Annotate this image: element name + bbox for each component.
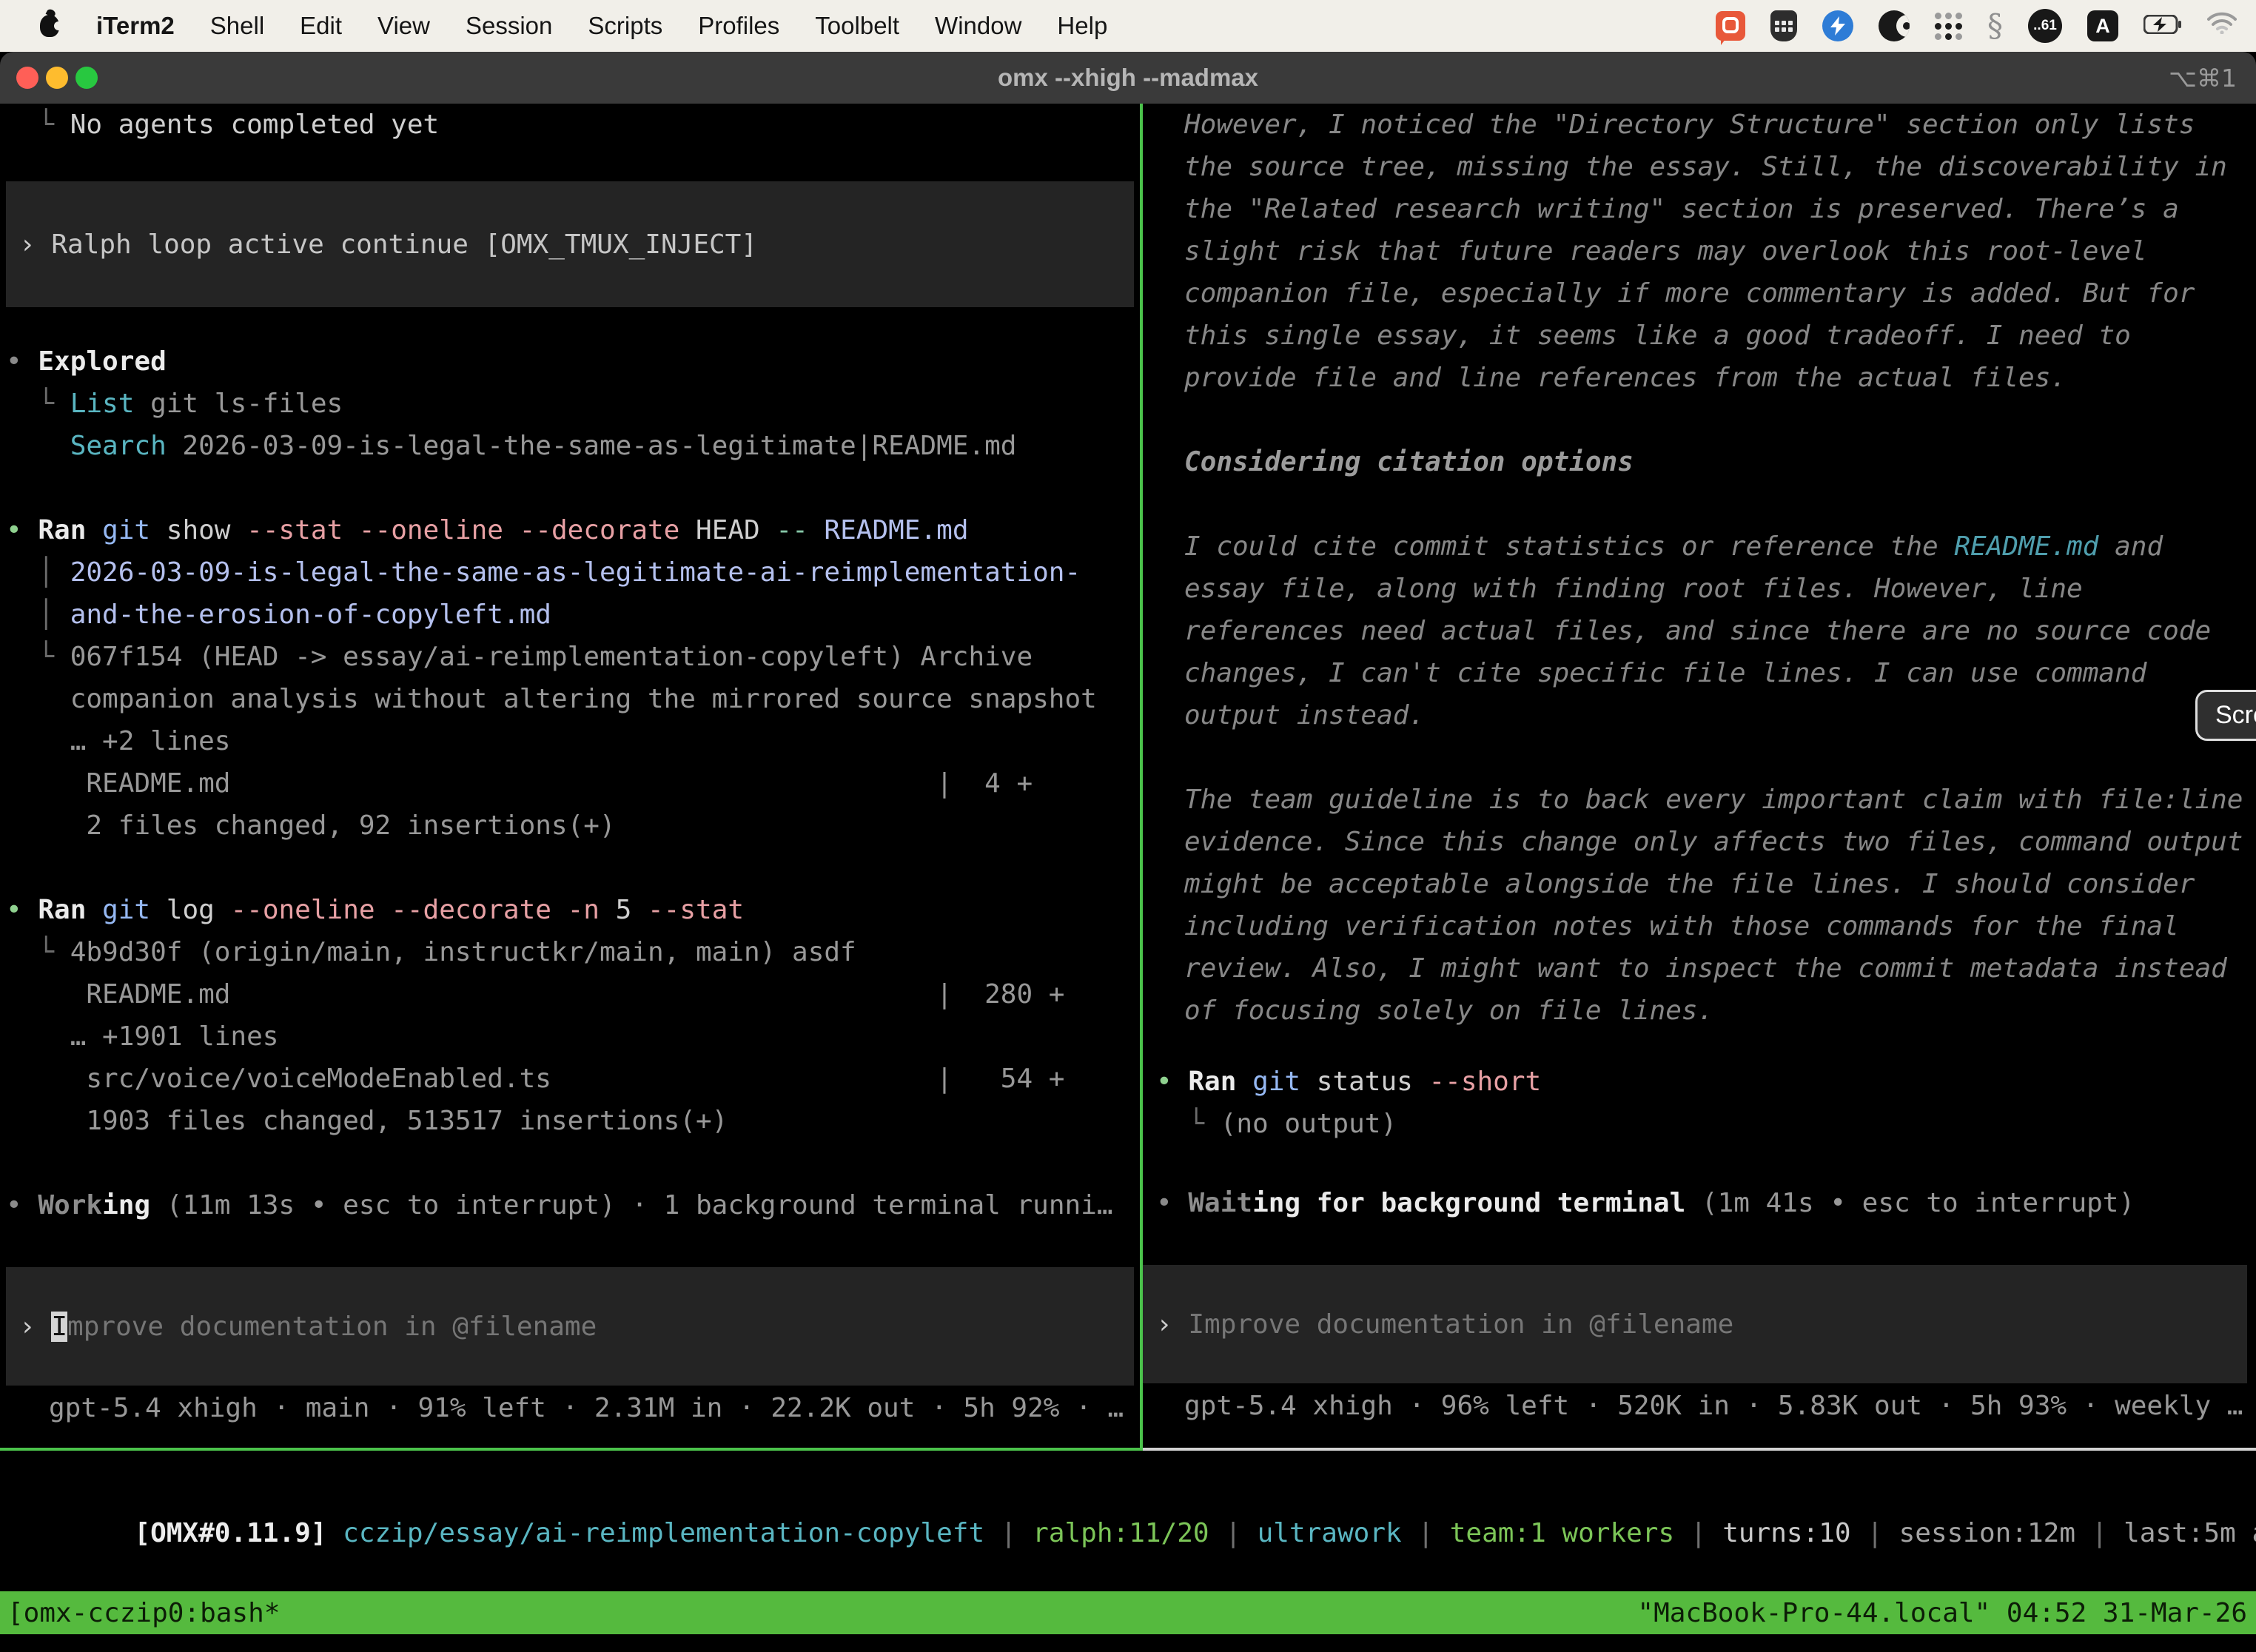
thinking-text: of focusing solely on file lines. bbox=[1143, 990, 2253, 1032]
search-line: Search 2026-03-09-is-legal-the-same-as-l… bbox=[6, 425, 1140, 467]
right-pane[interactable]: However, I noticed the "Directory Struct… bbox=[1143, 104, 2253, 1448]
menu-item-session[interactable]: Session bbox=[466, 12, 552, 40]
thinking-text: might be acceptable alongside the file l… bbox=[1143, 863, 2253, 905]
thinking-text: the "Related research writing" section i… bbox=[1143, 188, 2253, 230]
show-file-line: │ and-the-erosion-of-copyleft.md bbox=[6, 594, 1140, 636]
diffstat-line: README.md | 280 + bbox=[6, 973, 1140, 1015]
ralph-counter: ralph:11/20 bbox=[1033, 1518, 1209, 1548]
thinking-text: changes, I can't cite specific file line… bbox=[1143, 652, 2253, 694]
list-line: └ List git ls-files bbox=[6, 383, 1140, 425]
thinking-text: slight risk that future readers may over… bbox=[1143, 230, 2253, 272]
diffstat-line: src/voice/voiceModeEnabled.ts | 54 + bbox=[6, 1058, 1140, 1100]
active-pane-border bbox=[0, 1448, 1143, 1451]
chat-bubble-icon[interactable] bbox=[1716, 11, 1745, 41]
battery-icon[interactable] bbox=[2143, 12, 2182, 40]
shield-grid-icon[interactable] bbox=[1770, 10, 1797, 41]
thinking-text: references need actual files, and since … bbox=[1143, 610, 2253, 652]
prompt-input[interactable]: › Improve documentation in @filename bbox=[1143, 1265, 2247, 1383]
commit-wrap-line: companion analysis without altering the … bbox=[6, 678, 1140, 720]
thinking-text: provide file and line references from th… bbox=[1143, 357, 2253, 399]
thinking-text: review. Also, I might want to inspect th… bbox=[1143, 947, 2253, 990]
show-file-line: │ 2026-03-09-is-legal-the-same-as-legiti… bbox=[6, 551, 1140, 594]
menu-item-toolbelt[interactable]: Toolbelt bbox=[815, 12, 899, 40]
thinking-text: However, I noticed the "Directory Struct… bbox=[1143, 104, 2253, 146]
prompt-input[interactable]: › Improve documentation in @filename bbox=[6, 1267, 1134, 1386]
thinking-heading: Considering citation options bbox=[1143, 441, 2253, 483]
pac-circle-icon[interactable] bbox=[1879, 10, 1910, 41]
commit-line: └ 4b9d30f (origin/main, instructkr/main,… bbox=[6, 931, 1140, 973]
left-pane[interactable]: └ No agents completed yet › Ralph loop a… bbox=[0, 104, 1140, 1448]
inject-status-box: › Ralph loop active continue [OMX_TMUX_I… bbox=[6, 181, 1134, 307]
terminal-window: omx --xhigh --madmax ⌥⌘1 └ No agents com… bbox=[0, 52, 2256, 1652]
menu-item-view[interactable]: View bbox=[377, 12, 430, 40]
dots-grid-icon[interactable] bbox=[1935, 13, 1962, 40]
team-workers: team:1 workers bbox=[1450, 1518, 1674, 1548]
tmux-session-name[interactable]: [omx-cczip0:bash* bbox=[7, 1598, 280, 1628]
tmux-status-bar: [omx-cczip0:bash* "MacBook-Pro-44.local"… bbox=[0, 1591, 2256, 1634]
menu-item-shell[interactable]: Shell bbox=[210, 12, 264, 40]
input-source-icon[interactable]: A bbox=[2087, 10, 2118, 41]
menu-item-scripts[interactable]: Scripts bbox=[588, 12, 662, 40]
tmux-host-clock: "MacBook-Pro-44.local" 04:52 31-Mar-26 bbox=[1637, 1598, 2247, 1628]
menu-item-profiles[interactable]: Profiles bbox=[698, 12, 779, 40]
thinking-text: the source tree, missing the essay. Stil… bbox=[1143, 146, 2253, 188]
git-status-command: • Ran git status --short bbox=[1143, 1061, 2253, 1103]
apple-menu-icon[interactable] bbox=[40, 15, 59, 37]
wifi-icon[interactable] bbox=[2207, 12, 2237, 40]
terminal-content: └ No agents completed yet › Ralph loop a… bbox=[0, 104, 2256, 1448]
more-lines-line: … +2 lines bbox=[6, 720, 1140, 762]
thinking-text: this single essay, it seems like a good … bbox=[1143, 315, 2253, 357]
explored-line: • Explored bbox=[6, 340, 1140, 383]
thinking-text: I could cite commit statistics or refere… bbox=[1143, 526, 2253, 568]
thinking-text: including verification notes with those … bbox=[1143, 905, 2253, 947]
menubar-status-icons: § ..61 A bbox=[1716, 9, 2237, 43]
omx-status-bar: [OMX#0.11.9] cczip/essay/ai-reimplementa… bbox=[0, 1451, 2256, 1591]
menu-bar: iTerm2 Shell Edit View Session Scripts P… bbox=[0, 0, 2256, 52]
screen: iTerm2 Shell Edit View Session Scripts P… bbox=[0, 0, 2256, 1652]
menu-item-window[interactable]: Window bbox=[935, 12, 1021, 40]
menu-item-help[interactable]: Help bbox=[1057, 12, 1107, 40]
commit-line: └ 067f154 (HEAD -> essay/ai-reimplementa… bbox=[6, 636, 1140, 678]
agents-line: └ No agents completed yet bbox=[6, 104, 1140, 146]
files-changed-line: 1903 files changed, 513517 insertions(+) bbox=[6, 1100, 1140, 1142]
model-status-line: gpt-5.4 xhigh · main · 91% left · 2.31M … bbox=[6, 1387, 1140, 1429]
squiggle-icon[interactable]: § bbox=[1987, 10, 2003, 41]
badge-61-icon[interactable]: ..61 bbox=[2028, 9, 2062, 43]
inactive-pane-border bbox=[1143, 1448, 2256, 1451]
thinking-text: output instead. bbox=[1143, 694, 2253, 736]
text-cursor: I bbox=[51, 1312, 67, 1342]
git-show-command: • Ran git show --stat --oneline --decora… bbox=[6, 509, 1140, 551]
window-shortcut: ⌥⌘1 bbox=[2169, 64, 2237, 93]
more-lines-line: … +1901 lines bbox=[6, 1015, 1140, 1058]
window-title: omx --xhigh --madmax bbox=[0, 64, 2256, 92]
menu-item-edit[interactable]: Edit bbox=[300, 12, 342, 40]
pane-bottom-border bbox=[0, 1448, 2256, 1451]
omx-branch-path: cczip/essay/ai-reimplementation-copyleft bbox=[326, 1518, 984, 1548]
files-changed-line: 2 files changed, 92 insertions(+) bbox=[6, 805, 1140, 847]
diffstat-line: README.md | 4 + bbox=[6, 762, 1140, 805]
title-bar: omx --xhigh --madmax ⌥⌘1 bbox=[0, 52, 2256, 104]
model-status-line: gpt-5.4 xhigh · 96% left · 520K in · 5.8… bbox=[1143, 1385, 2253, 1427]
session-duration: session:12m bbox=[1899, 1518, 2075, 1548]
screen-tooltip: Scre bbox=[2195, 690, 2256, 741]
working-status-line: • Working (11m 13s • esc to interrupt) ·… bbox=[6, 1184, 1140, 1226]
no-output-line: └ (no output) bbox=[1143, 1103, 2253, 1145]
thinking-text: essay file, along with finding root file… bbox=[1143, 568, 2253, 610]
turns-counter: turns:10 bbox=[1722, 1518, 1850, 1548]
last-activity: last:5m ago bbox=[2124, 1518, 2256, 1548]
lightning-badge-icon[interactable] bbox=[1822, 10, 1853, 41]
mode-label: ultrawork bbox=[1258, 1518, 1402, 1548]
thinking-text: companion file, especially if more comme… bbox=[1143, 272, 2253, 315]
waiting-status-line: • Waiting for background terminal (1m 41… bbox=[1143, 1182, 2253, 1224]
thinking-text: The team guideline is to back every impo… bbox=[1143, 779, 2253, 821]
menu-item-iterm2[interactable]: iTerm2 bbox=[96, 12, 175, 40]
thinking-text: evidence. Since this change only affects… bbox=[1143, 821, 2253, 863]
readme-link[interactable]: README.md bbox=[1954, 531, 2098, 562]
omx-version: [OMX#0.11.9] bbox=[134, 1518, 326, 1548]
git-log-command: • Ran git log --oneline --decorate -n 5 … bbox=[6, 889, 1140, 931]
